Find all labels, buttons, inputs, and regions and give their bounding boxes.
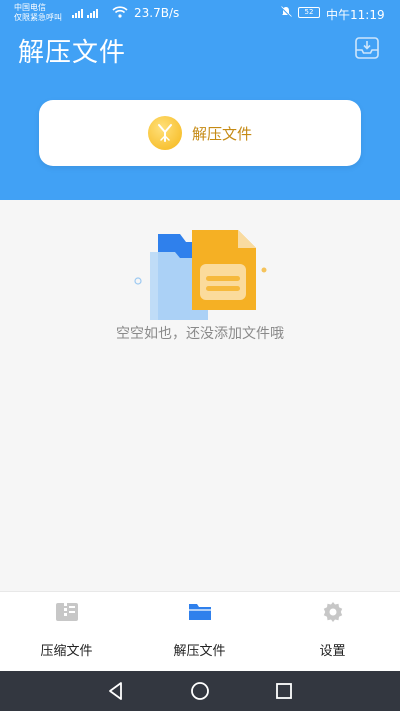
carrier-status: 仅限紧急呼叫 <box>14 13 62 22</box>
archive-icon <box>56 603 78 621</box>
tab-extract-files-label: 解压文件 <box>173 644 226 659</box>
carrier-info: 中国电信 仅限紧急呼叫 <box>14 3 62 23</box>
bell-muted-icon <box>280 6 292 18</box>
extract-files-label: 解压文件 <box>191 124 252 143</box>
status-bar: 中国电信 仅限紧急呼叫 23.7B/s 52 中午11:19 <box>0 0 400 28</box>
page-title: 解压文件 <box>18 38 127 68</box>
tab-settings-label: 设置 <box>319 644 346 659</box>
header: 中国电信 仅限紧急呼叫 23.7B/s 52 中午11:19 解压文件 解压文件 <box>0 0 400 200</box>
gear-icon <box>323 602 343 622</box>
folder-icon <box>189 604 211 620</box>
bottom-tab-bar: 压缩文件 解压文件 设置 <box>0 591 400 671</box>
tab-compress-files-label: 压缩文件 <box>40 644 93 659</box>
home-icon[interactable] <box>188 679 212 703</box>
carrier-name: 中国电信 <box>14 3 46 12</box>
system-nav-bar <box>0 671 400 711</box>
empty-folder-illustration <box>134 230 267 320</box>
battery-indicator: 52 <box>298 7 320 18</box>
empty-state-text: 空空如也，还没添加文件哦 <box>116 326 284 342</box>
wifi-icon <box>112 6 128 18</box>
recents-icon[interactable] <box>272 679 296 703</box>
inbox-download-icon[interactable] <box>355 37 379 59</box>
signal-icon <box>72 6 98 18</box>
clock: 中午11:19 <box>326 8 385 22</box>
net-speed: 23.7B/s <box>134 6 180 20</box>
tab-extract-files[interactable]: 解压文件 <box>133 592 266 672</box>
coin-icon <box>147 116 182 150</box>
tab-compress-files[interactable]: 压缩文件 <box>0 592 133 672</box>
back-icon[interactable] <box>104 679 128 703</box>
tab-settings[interactable]: 设置 <box>266 592 399 672</box>
extract-files-button[interactable]: 解压文件 <box>39 100 361 166</box>
